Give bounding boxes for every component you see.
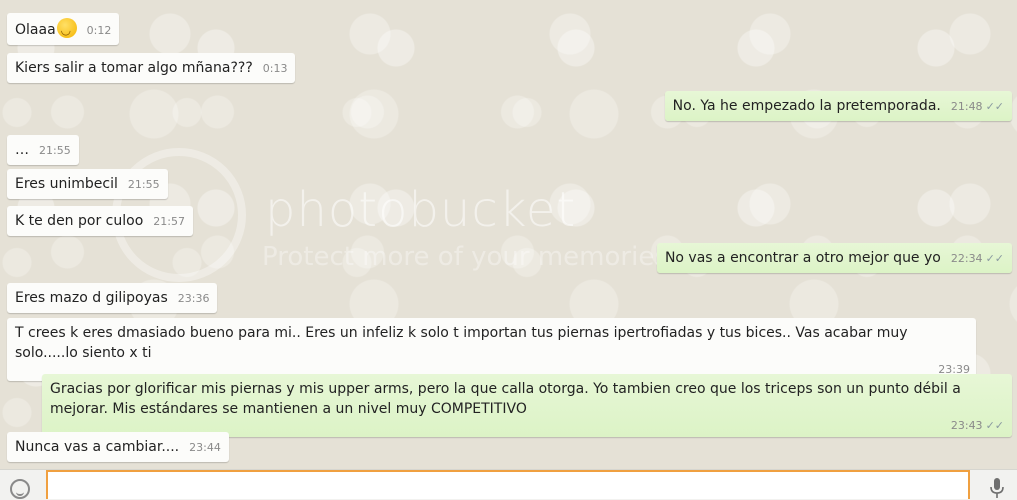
- watermark: photobucket: [265, 182, 577, 238]
- message-time: 0:12: [86, 24, 112, 37]
- message-incoming[interactable]: Eres unimbecil 21:55: [7, 169, 168, 199]
- message-outgoing[interactable]: Gracias por glorificar mis piernas y mis…: [42, 374, 1012, 437]
- message-input[interactable]: [46, 470, 970, 499]
- message-text: No vas a encontrar a otro mejor que yo: [664, 250, 941, 266]
- message-incoming[interactable]: T crees k eres dmasiado bueno para mi.. …: [7, 318, 976, 381]
- message-incoming[interactable]: Nunca vas a cambiar.... 23:44: [7, 432, 229, 462]
- mic-icon[interactable]: [989, 478, 1005, 499]
- message-incoming[interactable]: Olaaa 0:12: [7, 13, 120, 45]
- message-time: 21:57: [153, 215, 185, 228]
- message-incoming[interactable]: Eres mazo d gilipoyas 23:36: [7, 283, 218, 313]
- message-text: Nunca vas a cambiar....: [15, 439, 180, 455]
- message-incoming[interactable]: Kiers salir a tomar algo mñana??? 0:13: [7, 53, 296, 83]
- message-time: 22:34: [950, 252, 983, 265]
- message-time: 21:55: [127, 178, 160, 191]
- message-text: Eres unimbecil: [15, 176, 118, 192]
- message-text: K te den por culoo: [15, 213, 144, 229]
- message-outgoing[interactable]: No vas a encontrar a otro mejor que yo 22…: [656, 243, 1012, 273]
- message-outgoing[interactable]: No. Ya he empezado la pretemporada. 21:48…: [664, 91, 1012, 121]
- smiling-face-icon: [56, 18, 77, 40]
- message-text: T crees k eres dmasiado bueno para mi.. …: [15, 325, 908, 361]
- double-check-icon: ✓✓: [985, 419, 1004, 432]
- message-time: 0:13: [262, 62, 288, 75]
- message-incoming[interactable]: … 21:55: [7, 135, 79, 165]
- message-text: No. Ya he empezado la pretemporada.: [672, 98, 941, 114]
- message-text: Gracias por glorificar mis piernas y mis…: [50, 381, 961, 417]
- message-incoming[interactable]: K te den por culoo 21:57: [7, 206, 193, 236]
- double-check-icon: ✓✓: [985, 100, 1004, 113]
- message-text: Olaaa: [15, 22, 56, 38]
- double-check-icon: ✓✓: [985, 252, 1004, 265]
- message-time: 23:44: [189, 441, 221, 454]
- message-text: …: [15, 142, 29, 158]
- message-time: 21:48: [950, 100, 983, 113]
- message-text: Kiers salir a tomar algo mñana???: [15, 60, 253, 76]
- message-time: 23:36: [177, 292, 210, 305]
- message-time: 21:55: [39, 144, 71, 157]
- smiley-icon[interactable]: [10, 479, 30, 499]
- message-text: Eres mazo d gilipoyas: [15, 290, 168, 306]
- message-time-row: 23:43 ✓✓: [50, 419, 1004, 433]
- message-time: 23:43: [950, 419, 983, 432]
